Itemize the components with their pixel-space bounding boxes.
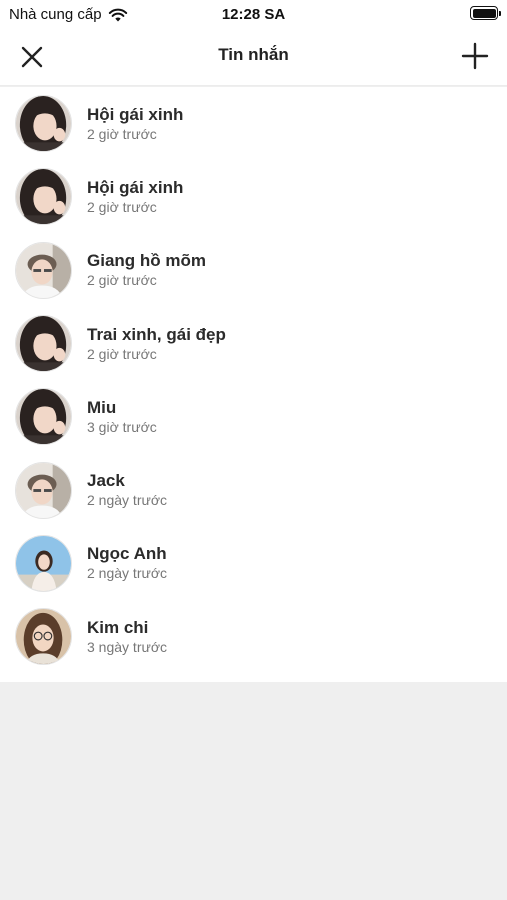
conversation-name: Kim chi: [87, 617, 149, 637]
avatar: [15, 168, 72, 226]
conversation-text: Ngọc Anh 2 ngày trước: [87, 544, 167, 582]
conversation-name: Jack: [87, 471, 125, 491]
plus-icon: [461, 42, 489, 70]
conversation-row[interactable]: Miu 3 giờ trước: [0, 380, 507, 453]
conversation-row[interactable]: Hội gái xinh 2 giờ trước: [0, 160, 507, 233]
conversation-text: Jack 2 ngày trước: [87, 471, 167, 509]
conversation-name: Hội gái xinh: [87, 177, 184, 197]
page-title: Tin nhắn: [218, 45, 289, 64]
conversation-row[interactable]: Giang hồ mõm 2 giờ trước: [0, 234, 507, 307]
avatar: [15, 95, 72, 153]
conversation-list: Hội gái xinh 2 giờ trước Hội gái xinh 2 gi…: [0, 87, 507, 682]
battery-icon: [470, 6, 501, 20]
close-icon: [21, 46, 43, 68]
empty-area: [0, 682, 507, 900]
conversation-text: Trai xinh, gái đẹp 2 giờ trước: [87, 325, 226, 363]
conversation-name: Ngọc Anh: [87, 544, 167, 564]
conversation-time: 3 ngày trước: [87, 638, 168, 655]
conversation-name: Miu: [87, 397, 117, 417]
conversation-time: 2 giờ trước: [87, 345, 157, 362]
conversation-time: 2 ngày trước: [87, 492, 168, 509]
conversation-row[interactable]: Kim chi 3 ngày trước: [0, 600, 507, 673]
conversation-name: Hội gái xinh: [87, 104, 184, 124]
conversation-text: Giang hồ mõm 2 giờ trước: [87, 251, 206, 289]
conversation-time: 3 giờ trước: [87, 418, 157, 435]
conversation-row[interactable]: Jack 2 ngày trước: [0, 453, 507, 526]
conversation-row[interactable]: Hội gái xinh 2 giờ trước: [0, 87, 507, 160]
conversation-text: Miu 3 giờ trước: [87, 398, 157, 436]
conversation-name: Giang hồ mõm: [87, 251, 206, 271]
new-message-button[interactable]: [461, 42, 489, 70]
close-button[interactable]: [19, 44, 45, 70]
conversation-time: 2 ngày trước: [87, 565, 168, 582]
status-time: 12:28 SA: [221, 6, 286, 23]
conversation-name: Trai xinh, gái đẹp: [87, 324, 226, 344]
conversation-row[interactable]: Ngọc Anh 2 ngày trước: [0, 527, 507, 600]
conversation-time: 2 giờ trước: [87, 198, 157, 215]
conversation-text: Hội gái xinh 2 giờ trước: [87, 105, 183, 143]
conversation-text: Kim chi 3 ngày trước: [87, 618, 167, 656]
status-bar: Nhà cung cấp 12:28 SA: [0, 0, 507, 28]
conversation-text: Hội gái xinh 2 giờ trước: [87, 178, 183, 216]
avatar: [15, 608, 72, 666]
avatar: [15, 461, 72, 519]
conversation-time: 2 giờ trước: [87, 125, 157, 142]
avatar: [15, 388, 72, 446]
avatar: [15, 534, 72, 592]
navigation-bar: Tin nhắn: [0, 28, 507, 86]
avatar: [15, 315, 72, 373]
avatar: [15, 241, 72, 299]
conversation-time: 2 giờ trước: [87, 272, 157, 289]
conversation-row[interactable]: Trai xinh, gái đẹp 2 giờ trước: [0, 307, 507, 380]
